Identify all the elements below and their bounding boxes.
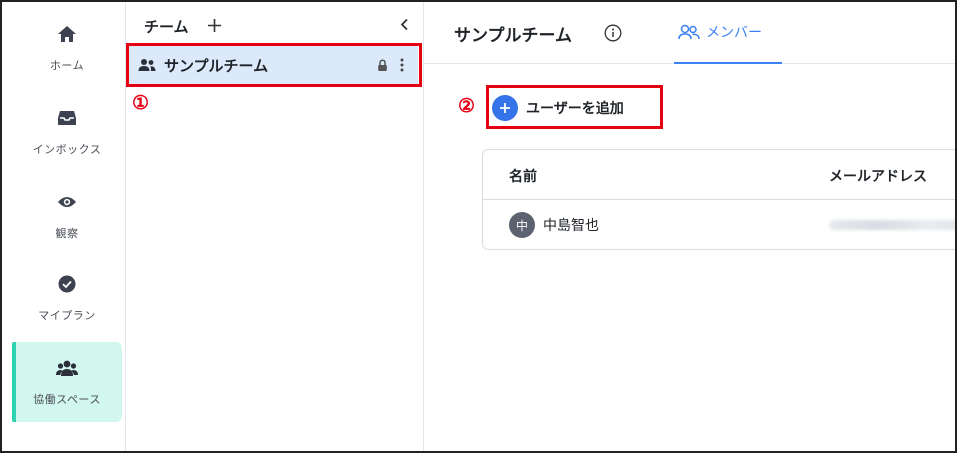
team-panel: チーム サンプルチーム ① (126, 2, 424, 451)
nav-item-inbox[interactable]: インボックス (12, 92, 122, 172)
info-icon[interactable] (604, 24, 622, 46)
member-name: 中島智也 (543, 218, 599, 234)
page-title: サンプルチーム (454, 26, 572, 46)
table-header: 名前 メールアドレス (483, 150, 955, 200)
tab-members-label: メンバー (706, 25, 762, 41)
team-panel-title: チーム (144, 17, 189, 36)
nav-item-label: ホーム (49, 59, 85, 72)
nav-item-myplan[interactable]: マイプラン (12, 258, 122, 338)
column-header-name: 名前 (509, 169, 537, 185)
table-row[interactable]: 中 中島智也 (483, 200, 955, 249)
chevron-left-icon[interactable] (400, 17, 409, 35)
nav-item-label: マイプラン (38, 309, 96, 322)
nav-item-label: 協働スペース (33, 393, 101, 406)
app-window: ホーム インボックス 観察 マイプラン 協働スペース チーム サンプルチーム ①… (0, 0, 957, 453)
nav-rail: ホーム インボックス 観察 マイプラン 協働スペース (2, 2, 126, 451)
highlight-box-2 (486, 85, 663, 129)
plus-icon[interactable] (207, 16, 222, 36)
main-header: サンプルチーム メンバー (424, 2, 955, 64)
highlight-box-1 (126, 43, 422, 87)
members-icon (678, 24, 700, 40)
avatar: 中 (509, 212, 535, 238)
column-header-email: メールアドレス (829, 169, 927, 185)
team-icon (56, 357, 78, 379)
check-circle-icon (56, 273, 78, 295)
nav-item-label: 観察 (55, 227, 79, 240)
step-marker-2: ② (458, 95, 476, 117)
main-content: サンプルチーム メンバー ② ユーザーを追加 名前 メールアドレス 中 中島智也 (424, 2, 955, 451)
nav-item-label: インボックス (32, 143, 102, 156)
nav-item-home[interactable]: ホーム (12, 8, 122, 88)
inbox-icon (56, 107, 78, 129)
blurred-email (829, 220, 955, 230)
tab-members[interactable]: メンバー (674, 2, 782, 64)
nav-item-workspace[interactable]: 協働スペース (12, 342, 122, 422)
members-table: 名前 メールアドレス 中 中島智也 (482, 149, 955, 250)
nav-item-watch[interactable]: 観察 (12, 176, 122, 256)
home-icon (56, 23, 78, 45)
step-marker-1: ① (132, 92, 150, 114)
eye-icon (56, 191, 78, 213)
team-panel-header: チーム (144, 14, 409, 38)
